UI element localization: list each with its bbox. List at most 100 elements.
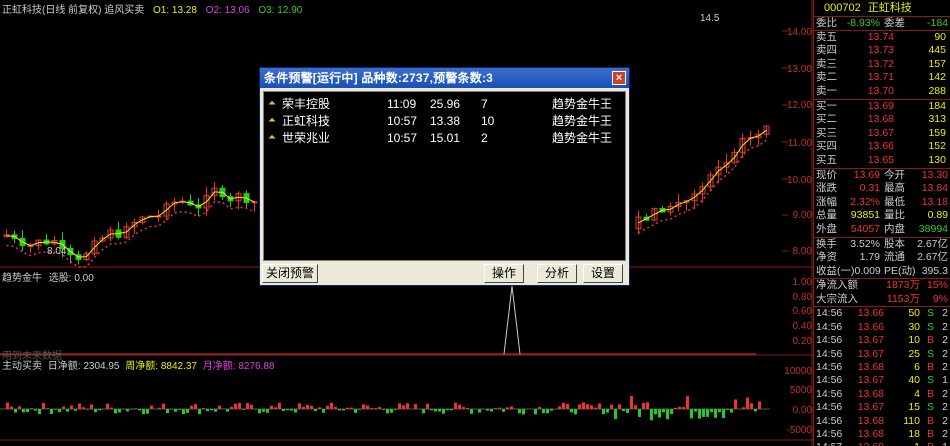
flow-bar <box>470 409 473 414</box>
flow-bar <box>322 409 325 413</box>
flow-bar <box>382 409 385 410</box>
alert-up-icon: ⏶ <box>268 98 276 109</box>
y-tick-14: 14.00 <box>786 27 812 38</box>
flow-bar <box>602 409 605 415</box>
stat-label: PE(动) <box>884 264 916 277</box>
tick-row[interactable]: 14:56 13.67 40 S 1 <box>814 374 950 387</box>
flow-block: 净流入额 1873万 15% 大宗流入 1153万 9% <box>814 278 950 306</box>
flow-bar <box>258 409 261 414</box>
flow-bar <box>126 409 129 412</box>
flow-bar <box>406 403 409 409</box>
tick-row[interactable]: 14:56 13.66 50 S 2 <box>814 307 950 320</box>
tick-row[interactable]: 14:56 13.68 110 B 2 <box>814 415 950 428</box>
flow-bar <box>378 407 381 409</box>
flow-bar <box>510 406 513 409</box>
ask-row[interactable]: 卖一 13.70 288 <box>814 85 950 99</box>
stat-value: 13.30 <box>921 168 948 181</box>
settings-button[interactable]: 设置 <box>583 264 623 283</box>
alert-time: 10:57 <box>387 114 418 128</box>
alert-condition: 趋势金牛王 <box>552 114 613 128</box>
operate-button[interactable]: 操作 <box>484 264 524 283</box>
tick-count: 2 <box>942 427 948 440</box>
bid-volume: 313 <box>928 113 946 126</box>
flow-bar <box>642 402 645 409</box>
ask-row[interactable]: 卖五 13.74 90 <box>814 31 950 45</box>
week-net: 周净额: 8842.37 <box>125 361 197 372</box>
flow-bar <box>486 409 489 411</box>
bid-row[interactable]: 买一 13.69 184 <box>814 100 950 114</box>
bid-row[interactable]: 买三 13.67 159 <box>814 127 950 141</box>
tick-row[interactable]: 14:56 13.67 25 S 2 <box>814 348 950 361</box>
close-alert-button[interactable]: 关闭预警 <box>262 264 318 283</box>
ind2-tick-10000: 10000 <box>784 366 812 377</box>
weibi-label: 委比 <box>816 17 837 29</box>
stat-value: 3.52% <box>850 237 880 250</box>
tick-row[interactable]: 14:56 13.68 18 B 2 <box>814 428 950 441</box>
alert-row[interactable]: ⏶ 正虹科技 10:57 13.38 10 趋势金牛王 <box>268 113 632 129</box>
stat-label: 今开 <box>884 168 905 181</box>
flow-bar <box>138 409 141 411</box>
alert-row[interactable]: ⏶ 世荣兆业 10:57 15.01 2 趋势金牛王 <box>268 130 632 146</box>
tick-price: 13.68 <box>857 414 884 427</box>
flow-bar <box>542 409 545 414</box>
stats2-block: 换手 3.52% 股本 2.67亿 净资 1.79 流通 2.67亿 收益(一) 0.009 … <box>814 236 950 279</box>
tick-row[interactable]: 14:56 13.67 10 B 2 <box>814 334 950 347</box>
flow-bar <box>238 403 241 409</box>
ask-label: 卖五 <box>816 30 837 43</box>
tick-row[interactable]: 14:56 13.66 30 S 2 <box>814 321 950 334</box>
ask-row[interactable]: 卖三 13.72 157 <box>814 58 950 72</box>
tick-count: 2 <box>942 361 948 374</box>
stat-value: 2.32% <box>850 195 880 208</box>
tick-row[interactable]: 14:56 13.68 6 B 2 <box>814 361 950 374</box>
stat-label: 收益(一) <box>816 264 855 277</box>
flow-bar <box>38 409 41 415</box>
alert-list[interactable]: ⏶ 荣丰控股 11:09 25.96 7 趋势金牛王 ⏶ 正虹科技 10:57 1… <box>263 91 626 261</box>
tick-count: 2 <box>942 347 948 360</box>
flow-bar <box>286 409 289 411</box>
analyze-button[interactable]: 分析 <box>537 264 577 283</box>
flow-bar <box>202 407 205 409</box>
tick-price: 13.68 <box>857 387 884 400</box>
flow-bar <box>210 409 213 411</box>
flow-bar <box>22 409 25 413</box>
flow-bar <box>26 409 29 412</box>
dialog-title: 条件预警[运行中] 品种数:2737,预警条数:3 <box>264 71 494 85</box>
dialog-titlebar[interactable]: 条件预警[运行中] 品种数:2737,预警条数:3 × <box>260 68 629 88</box>
alert-condition: 趋势金牛王 <box>552 97 613 111</box>
alert-dialog[interactable]: 条件预警[运行中] 品种数:2737,预警条数:3 × ⏶ 荣丰控股 11:09… <box>259 67 630 286</box>
flow-bar <box>298 403 301 409</box>
ask-label: 卖三 <box>816 57 837 70</box>
flow-label: 净流入额 <box>816 279 858 292</box>
flow-bar <box>610 404 613 409</box>
flow-bar <box>394 409 397 410</box>
flow-bar <box>290 409 293 411</box>
flow-bar <box>674 407 677 409</box>
ask-row[interactable]: 卖二 13.71 142 <box>814 71 950 85</box>
bid-row[interactable]: 买五 13.65 130 <box>814 154 950 168</box>
flow-bar <box>362 404 365 409</box>
alert-price: 25.96 <box>430 97 461 111</box>
flow-bar <box>278 402 281 409</box>
flow-bar <box>78 403 81 409</box>
flow-bar <box>282 409 285 412</box>
stat2-row: 收益(一) 0.009 PE(动) 395.3 <box>814 265 950 279</box>
ask-label: 卖四 <box>816 44 837 57</box>
tick-direction: S <box>926 307 934 320</box>
tick-row[interactable]: 14:56 13.67 15 S 2 <box>814 401 950 414</box>
bid-row[interactable]: 买二 13.68 313 <box>814 113 950 127</box>
tick-count: 1 <box>934 441 948 446</box>
close-icon[interactable]: × <box>612 71 626 85</box>
ask-row[interactable]: 卖四 13.73 445 <box>814 44 950 58</box>
bid-volume: 159 <box>928 126 946 139</box>
bid-price: 13.65 <box>867 153 894 166</box>
tick-row[interactable]: 14:57 13.69 1 B 1 <box>814 441 950 446</box>
tick-row[interactable]: 14:56 13.68 4 B 2 <box>814 388 950 401</box>
flow-bar <box>34 409 37 411</box>
flow-bar <box>626 409 629 413</box>
alert-row[interactable]: ⏶ 荣丰控股 11:09 25.96 7 趋势金牛王 <box>268 96 632 112</box>
tick-list[interactable]: 14:56 13.66 50 S 2 14:56 13.66 30 S 2 14:5… <box>814 306 950 446</box>
bid-row[interactable]: 买四 13.66 152 <box>814 140 950 154</box>
ind1-tick-06: 0.60 <box>792 306 812 317</box>
stat-value: 395.3 <box>921 264 948 277</box>
weicha-value: -184 <box>926 17 948 29</box>
